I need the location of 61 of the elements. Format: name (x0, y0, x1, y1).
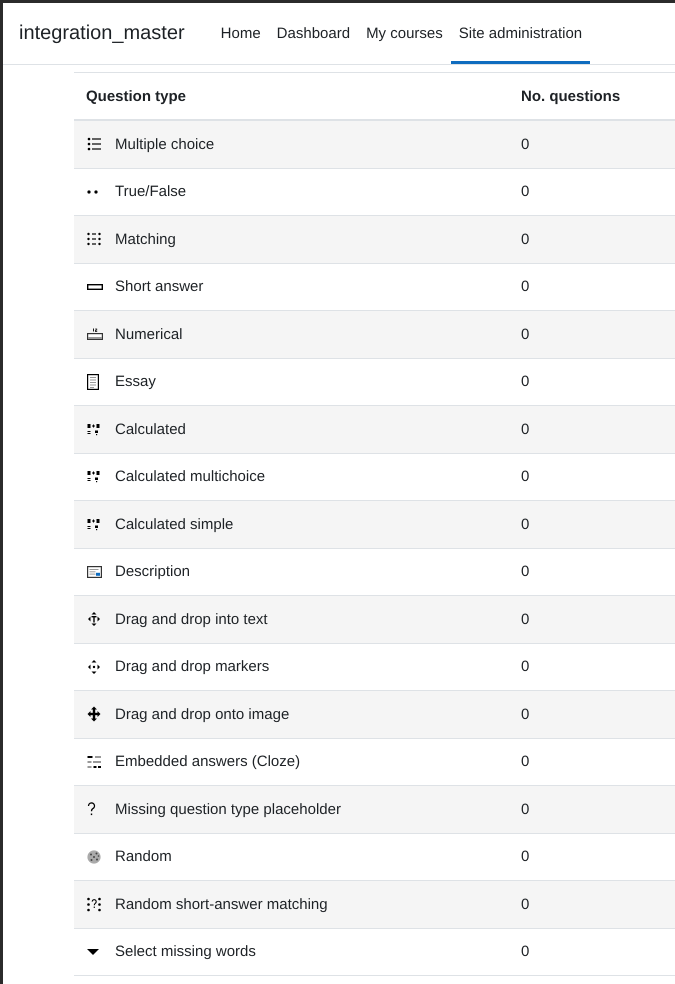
text-panel-icon (87, 566, 102, 578)
formula-icon (87, 470, 100, 484)
question-count: 0 (521, 183, 530, 200)
question-type-name: Description (115, 563, 190, 580)
question-count: 0 (521, 516, 530, 533)
question-type-name: Matching (115, 230, 176, 248)
question-type-name: Drag and drop onto image (115, 706, 290, 723)
question-count: 0 (521, 420, 530, 438)
formula-icon (87, 518, 100, 531)
caret-down-icon (87, 948, 99, 955)
question-count: 0 (521, 943, 530, 960)
column-header: Question type (86, 88, 186, 104)
question-type-name: Multiple choice (115, 136, 214, 153)
question-type-name: Random (115, 848, 172, 866)
question-count: 0 (521, 230, 530, 248)
question-type-name: Missing question type placeholder (115, 800, 341, 818)
number-box-icon (87, 328, 103, 340)
question-type-name: Essay (115, 373, 156, 390)
question-type-name: Calculated (115, 420, 186, 438)
question-type-name: Select missing words (115, 943, 256, 960)
question-count: 0 (521, 468, 530, 486)
question-count: 0 (521, 896, 530, 913)
question-type-name: Drag and drop into text (115, 610, 268, 628)
dashed-lines-icon (87, 754, 102, 769)
question-type-name: True/False (115, 183, 186, 200)
bulleted-list-icon (87, 136, 101, 152)
column-header: No. questions (521, 88, 620, 104)
question-type-name: Calculated multichoice (115, 468, 266, 486)
dice-icon (87, 850, 101, 864)
document-icon (87, 374, 99, 390)
question-mark-icon (87, 802, 96, 816)
question-count: 0 (521, 658, 530, 676)
move-arrows-icon (87, 658, 101, 675)
question-count: 0 (521, 800, 530, 818)
question-type-name: Numerical (115, 326, 183, 343)
question-count: 0 (521, 753, 530, 770)
formula-icon (87, 422, 100, 436)
question-type-name: Calculated simple (115, 516, 234, 533)
question-count: 0 (521, 706, 530, 723)
nav-tab[interactable]: Dashboard (268, 3, 358, 64)
two-dots-icon (87, 188, 98, 195)
question-count: 0 (521, 136, 530, 153)
question-type-name: Short answer (115, 278, 204, 296)
nav-tab[interactable]: My courses (358, 3, 451, 64)
question-count: 0 (521, 848, 530, 866)
site-name-link[interactable]: integration_master (3, 3, 185, 64)
dotted-question-icon (87, 896, 101, 912)
question-count: 0 (521, 373, 530, 390)
nav-tab[interactable]: Home (212, 3, 269, 64)
question-count: 0 (521, 278, 530, 296)
text-box-icon (87, 284, 103, 290)
nav-tab[interactable]: Site administration (450, 3, 590, 64)
question-count: 0 (521, 610, 530, 628)
question-type-name: Drag and drop markers (115, 658, 270, 676)
question-count: 0 (521, 326, 530, 343)
move-arrows-icon (87, 706, 101, 722)
dotted-grid-icon (87, 231, 101, 248)
question-type-name: Embedded answers (Cloze) (115, 753, 300, 770)
question-count: 0 (521, 563, 530, 580)
question-type-name: Random short-answer matching (115, 896, 328, 913)
move-arrows-icon (87, 611, 101, 628)
